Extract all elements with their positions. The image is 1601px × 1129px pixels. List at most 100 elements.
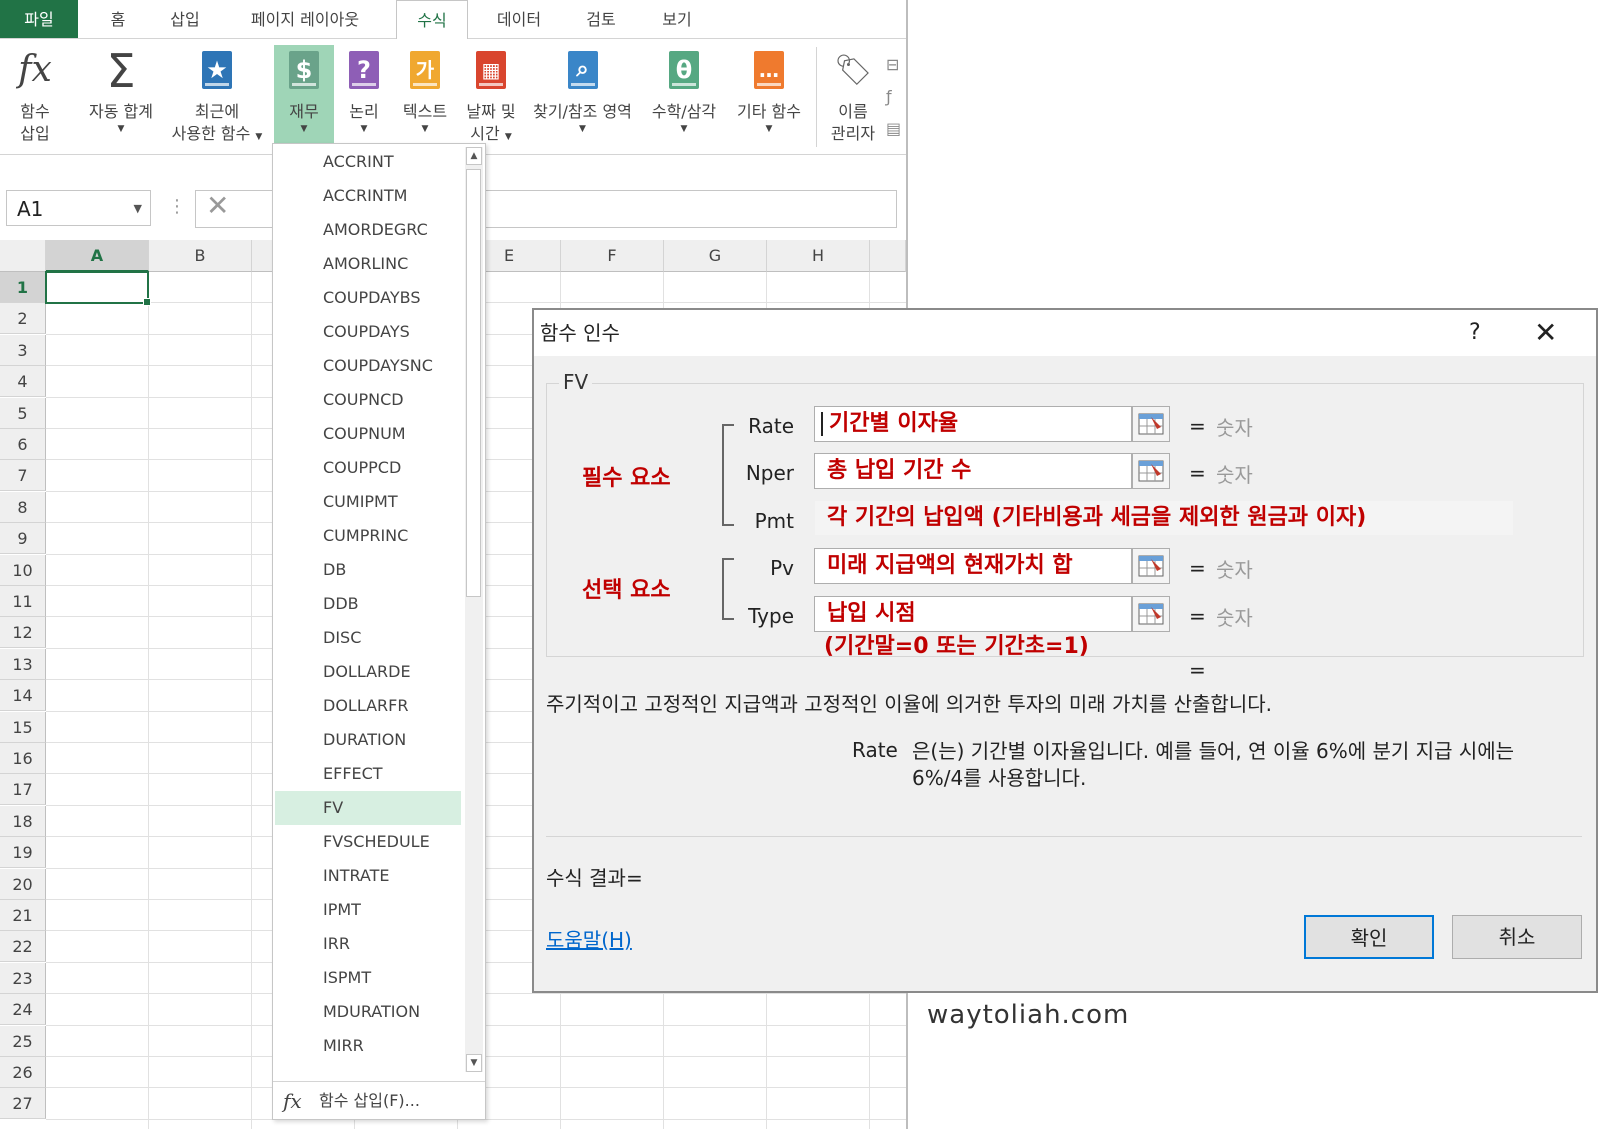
type-collapse-button[interactable] <box>1132 596 1170 632</box>
menu-item-db[interactable]: DB <box>275 553 461 587</box>
define-name-icons[interactable]: ⊟ ƒ ▤ <box>886 49 901 145</box>
column-header-next[interactable] <box>870 240 906 272</box>
menu-item-coupdaysnc[interactable]: COUPDAYSNC <box>275 349 461 383</box>
tab-insert[interactable]: 삽입 <box>160 0 210 38</box>
row-header[interactable]: 21 <box>0 900 46 931</box>
row-header[interactable]: 3 <box>0 334 46 366</box>
row-header[interactable]: 23 <box>0 962 46 994</box>
menu-item-dollarfr[interactable]: DOLLARFR <box>275 689 461 723</box>
select-all-corner[interactable] <box>0 240 46 272</box>
menu-item-coupnum[interactable]: COUPNUM <box>275 417 461 451</box>
row-header[interactable]: 24 <box>0 994 46 1026</box>
menu-item-amorlinc[interactable]: AMORLINC <box>275 247 461 281</box>
pmt-field[interactable]: 각 기간의 납입액 (기타비용과 세금을 제외한 원금과 이자) <box>814 500 1514 536</box>
pv-field[interactable]: 미래 지급액의 현재가치 합 <box>814 548 1132 584</box>
menu-item-fvschedule[interactable]: FVSCHEDULE <box>275 825 461 859</box>
menu-item-disc[interactable]: DISC <box>275 621 461 655</box>
column-header-b[interactable]: B <box>149 240 252 272</box>
date-time-button[interactable]: ▦ 날짜 및 시간 ▼ <box>457 45 525 145</box>
row-header[interactable]: 14 <box>0 680 46 712</box>
math-trig-button[interactable]: θ 수학/삼각 ▼ <box>640 45 728 135</box>
menu-item-intrate[interactable]: INTRATE <box>275 859 461 893</box>
row-header[interactable]: 20 <box>0 868 46 900</box>
menu-item-accrint[interactable]: ACCRINT <box>275 145 461 179</box>
help-button[interactable]: ? <box>1469 310 1481 356</box>
name-manager-button[interactable]: 🏷 이름 관리자 <box>824 45 882 145</box>
tab-page-layout[interactable]: 페이지 레이아웃 <box>235 0 375 38</box>
row-header[interactable]: 2 <box>0 303 46 335</box>
more-functions-button[interactable]: … 기타 함수 ▼ <box>728 45 810 135</box>
cancel-icon[interactable]: ✕ <box>206 189 229 222</box>
insert-function-menu-item[interactable]: fx 함수 삽입(F)... <box>273 1081 485 1120</box>
financial-button[interactable]: $ 재무 ▼ <box>274 45 334 147</box>
row-header[interactable]: 4 <box>0 366 46 398</box>
row-header[interactable]: 1 <box>0 272 46 303</box>
column-header-a[interactable]: A <box>46 240 149 272</box>
tab-review[interactable]: 검토 <box>576 0 626 38</box>
insert-function-button[interactable]: fx 함수 삽입 <box>10 45 60 145</box>
nper-collapse-button[interactable] <box>1132 453 1170 489</box>
row-header[interactable]: 22 <box>0 931 46 963</box>
menu-item-coupdays[interactable]: COUPDAYS <box>275 315 461 349</box>
menu-item-effect[interactable]: EFFECT <box>275 757 461 791</box>
menu-item-cumprinc[interactable]: CUMPRINC <box>275 519 461 553</box>
text-button[interactable]: 가 텍스트 ▼ <box>395 45 455 135</box>
row-header[interactable]: 5 <box>0 397 46 429</box>
row-header[interactable]: 27 <box>0 1088 46 1120</box>
fill-handle[interactable] <box>143 298 151 306</box>
scroll-up-icon[interactable]: ▲ <box>466 147 482 165</box>
type-field[interactable]: 납입 시점 <box>814 596 1132 632</box>
row-header[interactable]: 7 <box>0 460 46 492</box>
menu-item-dollarde[interactable]: DOLLARDE <box>275 655 461 689</box>
row-header[interactable]: 18 <box>0 805 46 837</box>
menu-item-ipmt[interactable]: IPMT <box>275 893 461 927</box>
row-header[interactable]: 11 <box>0 586 46 617</box>
column-header-f[interactable]: F <box>561 240 664 272</box>
row-header[interactable]: 25 <box>0 1025 46 1057</box>
ok-button[interactable]: 확인 <box>1304 915 1434 959</box>
chevron-down-icon[interactable]: ▼ <box>134 191 142 227</box>
rate-field[interactable]: 기간별 이자율 <box>814 406 1132 442</box>
menu-item-accrintm[interactable]: ACCRINTM <box>275 179 461 213</box>
tab-data[interactable]: 데이터 <box>487 0 551 38</box>
menu-scrollbar[interactable]: ▲ ▼ <box>465 147 483 1072</box>
close-icon[interactable]: ✕ <box>1534 310 1557 356</box>
recently-used-button[interactable]: ★ 최근에 사용한 함수 ▼ <box>163 45 271 145</box>
menu-item-amordegrc[interactable]: AMORDEGRC <box>275 213 461 247</box>
row-header[interactable]: 13 <box>0 648 46 680</box>
menu-item-coupncd[interactable]: COUPNCD <box>275 383 461 417</box>
menu-item-cumipmt[interactable]: CUMIPMT <box>275 485 461 519</box>
menu-item-ispmt[interactable]: ISPMT <box>275 961 461 995</box>
menu-item-coupdaybs[interactable]: COUPDAYBS <box>275 281 461 315</box>
rate-collapse-button[interactable] <box>1132 406 1170 442</box>
row-header[interactable]: 10 <box>0 554 46 586</box>
row-header[interactable]: 17 <box>0 774 46 806</box>
tab-home[interactable]: 홈 <box>95 0 141 38</box>
scroll-thumb[interactable] <box>466 169 481 597</box>
row-header[interactable]: 16 <box>0 743 46 774</box>
menu-item-ddb[interactable]: DDB <box>275 587 461 621</box>
active-cell-a1[interactable] <box>45 271 151 306</box>
cancel-button[interactable]: 취소 <box>1452 915 1582 959</box>
scroll-down-icon[interactable]: ▼ <box>466 1054 482 1072</box>
row-header[interactable]: 15 <box>0 711 46 743</box>
row-header[interactable]: 12 <box>0 617 46 649</box>
autosum-button[interactable]: Σ 자동 합계 ▼ <box>80 45 162 135</box>
tab-view[interactable]: 보기 <box>652 0 702 38</box>
tab-formulas[interactable]: 수식 <box>396 0 468 40</box>
row-header[interactable]: 26 <box>0 1057 46 1088</box>
column-header-h[interactable]: H <box>767 240 870 272</box>
row-header[interactable]: 19 <box>0 837 46 869</box>
nper-field[interactable]: 총 납입 기간 수 <box>814 453 1132 489</box>
menu-item-duration[interactable]: DURATION <box>275 723 461 757</box>
row-header[interactable]: 6 <box>0 429 46 460</box>
logical-button[interactable]: ? 논리 ▼ <box>338 45 390 135</box>
row-header[interactable]: 8 <box>0 491 46 523</box>
menu-item-fv[interactable]: FV <box>275 791 461 825</box>
lookup-reference-button[interactable]: ⌕ 찾기/참조 영역 ▼ <box>525 45 640 135</box>
menu-item-irr[interactable]: IRR <box>275 927 461 961</box>
menu-item-couppcd[interactable]: COUPPCD <box>275 451 461 485</box>
column-header-g[interactable]: G <box>664 240 767 272</box>
name-box[interactable]: A1 ▼ <box>6 190 151 226</box>
pv-collapse-button[interactable] <box>1132 548 1170 584</box>
